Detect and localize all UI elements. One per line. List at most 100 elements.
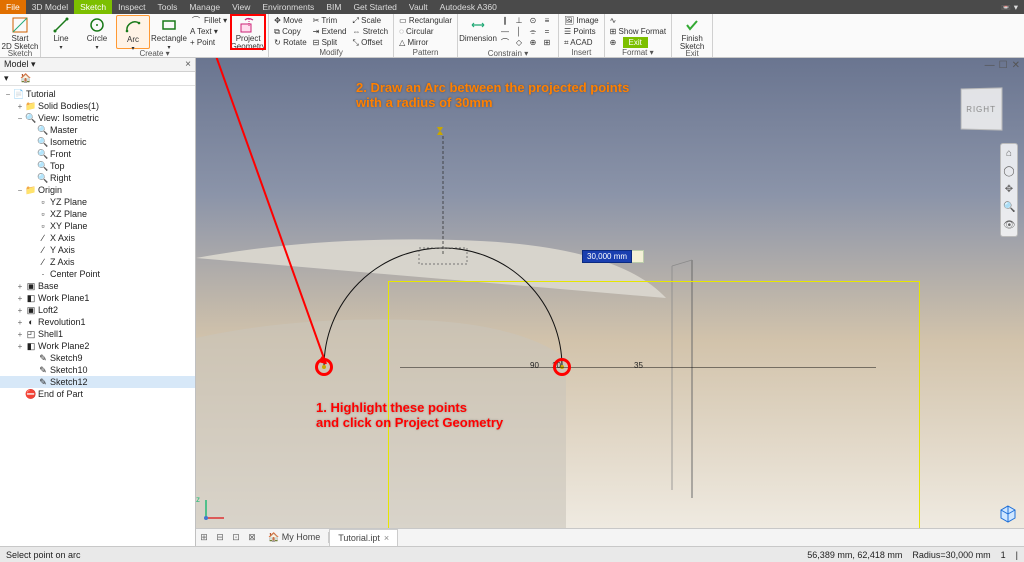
offset-button[interactable]: ⤡ Offset	[350, 37, 390, 48]
tree-node[interactable]: −📄Tutorial	[0, 88, 195, 100]
line-button[interactable]: Line▾	[44, 15, 78, 49]
tree-node[interactable]: ▫YZ Plane	[0, 196, 195, 208]
fmt3-button[interactable]: ⊕ Exit	[608, 37, 669, 48]
tree-node[interactable]: ∕X Axis	[0, 232, 195, 244]
inventor-logo-icon[interactable]	[998, 504, 1018, 524]
dimension-spinner[interactable]	[632, 250, 644, 263]
rotate-button[interactable]: ↻ Rotate	[272, 37, 309, 48]
fillet-button[interactable]: ⌒Fillet ▾	[188, 15, 229, 26]
vt-icon-1[interactable]: ⊞	[196, 532, 212, 543]
menu-3dmodel[interactable]: 3D Model	[26, 0, 74, 14]
tree-node[interactable]: 🔍Master	[0, 124, 195, 136]
image-button[interactable]: 🖼 Image	[562, 15, 601, 26]
rect-pattern-button[interactable]: ▭ Rectangular	[397, 15, 454, 26]
extend-button[interactable]: ⇥ Extend	[311, 26, 349, 37]
tree-node[interactable]: +▣Loft2	[0, 304, 195, 316]
split-button[interactable]: ⊟ Split	[311, 37, 349, 48]
tree-node[interactable]: −📁Origin	[0, 184, 195, 196]
vt-icon-3[interactable]: ⊡	[228, 532, 244, 543]
points-button[interactable]: ☰ Points	[562, 26, 601, 37]
tree-node[interactable]: ∕Z Axis	[0, 256, 195, 268]
rectangle-button[interactable]: Rectangle▾	[152, 15, 186, 49]
dimension-button[interactable]: Dimension	[461, 15, 495, 49]
minimize-icon[interactable]: —	[985, 60, 995, 71]
navigation-bar[interactable]: ⌂ ◯ ✥ 🔍 👁	[1000, 143, 1018, 237]
circle-button[interactable]: Circle▾	[80, 15, 114, 49]
nav-look-icon[interactable]: 👁	[1003, 220, 1015, 232]
tree-node[interactable]: ✎Sketch12	[0, 376, 195, 388]
project-geometry-button[interactable]: Project Geometry	[231, 15, 265, 49]
menu-manage[interactable]: Manage	[183, 0, 226, 14]
close-icon[interactable]: ✕	[1012, 60, 1020, 71]
canvas-area[interactable]: 90 10 35 30,000 mm 2. Draw an Arc betwee…	[196, 58, 1024, 546]
menu-vault[interactable]: Vault	[403, 0, 434, 14]
browser-title[interactable]: Model ▾	[4, 59, 36, 70]
nav-orbit-icon[interactable]: ◯	[1003, 166, 1015, 178]
tree-node[interactable]: 🔍Right	[0, 172, 195, 184]
menu-inspect[interactable]: Inspect	[112, 0, 151, 14]
tree-node[interactable]: ·Center Point	[0, 268, 195, 280]
vt-icon-4[interactable]: ⊠	[244, 532, 260, 543]
text-button[interactable]: A Text ▾	[188, 26, 229, 37]
browser-close-icon[interactable]: ×	[185, 59, 191, 70]
menu-tools[interactable]: Tools	[152, 0, 184, 14]
tree-node[interactable]: ✎Sketch9	[0, 352, 195, 364]
point-button[interactable]: + Point	[188, 37, 229, 48]
finish-sketch-button[interactable]: Finish Sketch	[675, 15, 709, 49]
showformat-button[interactable]: ⊞ Show Format	[608, 26, 669, 37]
assy-icon[interactable]: 🏠	[20, 73, 32, 85]
tree-node[interactable]: +◧Work Plane2	[0, 340, 195, 352]
tab-close-icon[interactable]: ×	[384, 533, 389, 543]
tree-node[interactable]: +◐Revolution1	[0, 316, 195, 328]
exit-format-button[interactable]: Exit	[623, 37, 648, 48]
mirror-button[interactable]: △ Mirror	[397, 37, 454, 48]
arc-button[interactable]: Arc▾	[116, 15, 150, 49]
menu-a360[interactable]: Autodesk A360	[434, 0, 503, 14]
acad-button[interactable]: ⌗ ACAD	[562, 37, 601, 48]
vt-icon-2[interactable]: ⊟	[212, 532, 228, 543]
tab-home[interactable]: 🏠 My Home	[260, 532, 329, 543]
tree-node[interactable]: +◰Shell1	[0, 328, 195, 340]
tree-node[interactable]: −🔍View: Isometric	[0, 112, 195, 124]
scale-button[interactable]: ⤢ Scale	[350, 15, 390, 26]
tree-node[interactable]: ▫XZ Plane	[0, 208, 195, 220]
fmt1-button[interactable]: ∿	[608, 15, 669, 26]
nav-home-icon[interactable]: ⌂	[1003, 148, 1015, 160]
menu-environments[interactable]: Environments	[256, 0, 320, 14]
tab-document[interactable]: Tutorial.ipt×	[329, 529, 398, 546]
constr-row3[interactable]: ⌒◇⊕⊞	[497, 37, 555, 48]
viewcube[interactable]: RIGHT	[961, 87, 1003, 130]
tree-node[interactable]: +◧Work Plane1	[0, 292, 195, 304]
tree-node[interactable]: 🔍Top	[0, 160, 195, 172]
tree-node[interactable]: +📁Solid Bodies(1)	[0, 100, 195, 112]
tree-node[interactable]: ▫XY Plane	[0, 220, 195, 232]
maximize-icon[interactable]: ☐	[999, 60, 1008, 71]
annotation-point-1	[315, 358, 333, 376]
copy-button[interactable]: ⧉ Copy	[272, 26, 309, 37]
menu-options[interactable]: 📼 ▾	[995, 0, 1024, 14]
tree-node[interactable]: ✎Sketch10	[0, 364, 195, 376]
nav-zoom-icon[interactable]: 🔍	[1003, 202, 1015, 214]
stretch-button[interactable]: ⇔ Stretch	[350, 26, 390, 37]
circ-pattern-button[interactable]: ◌ Circular	[397, 26, 454, 37]
tree-node[interactable]: 🔍Isometric	[0, 136, 195, 148]
start-2d-sketch-button[interactable]: Start 2D Sketch	[3, 15, 37, 49]
constr-row2[interactable]: —│⌯=	[497, 26, 555, 37]
tree-node[interactable]: ∕Y Axis	[0, 244, 195, 256]
model-tree[interactable]: −📄Tutorial+📁Solid Bodies(1)−🔍View: Isome…	[0, 86, 195, 546]
dimension-value[interactable]: 30,000 mm	[582, 250, 632, 263]
dimension-input[interactable]: 30,000 mm	[582, 250, 644, 263]
menu-file[interactable]: File	[0, 0, 26, 14]
filter-icon[interactable]: ▾	[4, 73, 16, 85]
constr-row1[interactable]: ∥⊥⊙≡	[497, 15, 555, 26]
nav-pan-icon[interactable]: ✥	[1003, 184, 1015, 196]
tree-node[interactable]: +▣Base	[0, 280, 195, 292]
menu-sketch[interactable]: Sketch	[74, 0, 112, 14]
menu-view[interactable]: View	[226, 0, 256, 14]
menu-getstarted[interactable]: Get Started	[347, 0, 402, 14]
tree-node[interactable]: 🔍Front	[0, 148, 195, 160]
move-button[interactable]: ✥ Move	[272, 15, 309, 26]
menu-bim[interactable]: BIM	[320, 0, 347, 14]
trim-button[interactable]: ✂ Trim	[311, 15, 349, 26]
tree-node[interactable]: ⛔End of Part	[0, 388, 195, 400]
